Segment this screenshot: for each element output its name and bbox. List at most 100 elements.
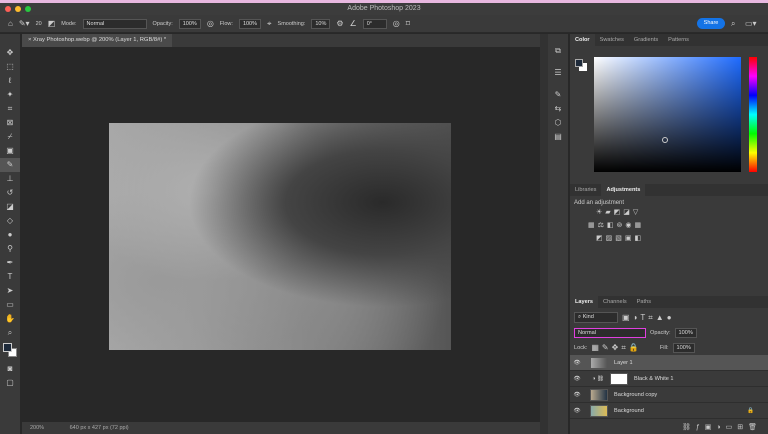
lock-label: Lock: [574,344,588,351]
brush-settings-icon[interactable]: ◩ [48,19,56,28]
path-selection-icon[interactable]: ➤ [0,284,20,298]
pressure-size-icon[interactable]: ◎ [393,19,400,28]
screen-mode-icon[interactable]: ▢ [0,376,20,390]
adjust-panel-icon[interactable]: ⇆ [548,102,568,116]
options-bar: ⌂ ✎▾ 20 ◩ Mode: Normal Opacity: 100% ◎ F… [0,15,768,33]
brush-panel-icon[interactable]: ✎ [548,88,568,102]
blend-mode-select[interactable]: Normal [574,327,646,338]
swatch-panel-icon[interactable]: ▤ [548,130,568,144]
layer-name[interactable]: Layer 1 [614,360,633,366]
layer-filter-icons[interactable]: ▣◑T⌗▲● [622,313,675,323]
workspace-icon[interactable]: ▭▾ [745,19,757,28]
history-brush-icon[interactable]: ↺ [0,186,20,200]
eye-icon[interactable]: 👁 [570,408,584,414]
hand-tool-icon[interactable]: ✋ [0,312,20,326]
document-tab[interactable]: × Xray Photoshop.webp @ 200% (Layer 1, R… [22,34,173,47]
tab-color[interactable]: Color [570,34,595,46]
tab-libraries[interactable]: Libraries [570,184,601,196]
eye-icon[interactable]: 👁 [570,376,584,382]
zoom-level[interactable]: 200% [30,425,44,431]
healing-tool-icon[interactable]: ▣ [0,144,20,158]
canvas-scrollbar[interactable] [540,34,548,434]
dodge-tool-icon[interactable]: ⚲ [0,242,20,256]
mode-label: Mode: [61,20,77,27]
share-button[interactable]: Share [697,18,725,29]
layer-name[interactable]: Background [614,408,644,414]
layer-row[interactable]: 👁 Background copy [570,387,768,403]
tab-channels[interactable]: Channels [598,296,632,308]
zoom-tool-icon[interactable]: ⌕ [0,326,20,340]
blur-tool-icon[interactable]: ● [0,228,20,242]
airbrush-icon[interactable]: ⌖ [267,19,272,29]
marquee-tool-icon[interactable]: ⬚ [0,60,20,74]
fill-input[interactable]: 100% [672,342,695,353]
brush-tool-icon[interactable]: ✎ [0,158,20,172]
adjustment-row-1-icons[interactable]: ☀▰◩◪▽ [596,206,764,219]
paint-bucket-icon[interactable]: ◇ [0,214,20,228]
pressure-opacity-icon[interactable]: ◎ [207,19,214,28]
smoothing-input[interactable]: 10% [311,18,331,29]
fg-color-chip[interactable] [575,59,583,67]
tab-swatches[interactable]: Swatches [595,34,629,46]
quick-mask-icon[interactable]: ◙ [0,362,20,376]
tab-adjustments[interactable]: Adjustments [601,184,646,196]
layer-opacity-input[interactable]: 100% [674,327,697,338]
layer-lock-icon: 🔒 [747,407,754,414]
type-tool-icon[interactable]: T [0,270,20,284]
layer-filter-select[interactable]: ⌕ Kind [574,312,618,323]
adjustments-panel: Add an adjustment ☀▰◩◪▽ ▦⚖◧⊚◉▦ ◩▨▧▣◧ [570,196,768,296]
angle-input[interactable]: 0° [362,18,387,29]
move-tool-icon[interactable]: ✥ [0,46,20,60]
color-field[interactable] [594,57,741,172]
history-panel-icon[interactable]: ⧉ [548,44,568,58]
symmetry-icon[interactable]: ⌑ [406,19,410,28]
frame-tool-icon[interactable]: ⊠ [0,116,20,130]
fill-label: Fill: [659,344,669,351]
layer-actions-bar[interactable]: ⛓ƒ▣◑▭⊞🗑 [570,421,768,434]
foreground-color-swatch[interactable] [3,343,12,352]
brush-preset-icon[interactable]: ✎▾ [19,19,30,28]
status-bar: 200% 640 px x 427 px (72 ppi) [22,422,540,434]
adjustment-row-2-icons[interactable]: ▦⚖◧⊚◉▦ [588,219,764,232]
stamp-tool-icon[interactable]: ⊥ [0,172,20,186]
lock-icons[interactable]: ▦✎✥⌗🔒 [591,343,641,353]
flow-input[interactable]: 100% [238,18,262,29]
opacity-input[interactable]: 100% [178,18,201,29]
minimize-window-button[interactable] [15,6,21,12]
brush-size[interactable]: 20 [36,21,42,27]
title-bar: Adobe Photoshop 2023 [0,3,768,15]
eyedropper-tool-icon[interactable]: ⌿ [0,130,20,144]
layer-row[interactable]: 👁 ◑ ⛓ Black & White 1 [570,371,768,387]
layer-row[interactable]: 👁 Background 🔒 [570,403,768,419]
lasso-tool-icon[interactable]: ℓ [0,74,20,88]
layer-name[interactable]: Background copy [614,392,657,398]
home-icon[interactable]: ⌂ [8,19,13,28]
eye-icon[interactable]: 👁 [570,392,584,398]
magic-wand-tool-icon[interactable]: ✦ [0,88,20,102]
maximize-window-button[interactable] [25,6,31,12]
hue-slider[interactable] [749,57,757,172]
3d-panel-icon[interactable]: ⬡ [548,116,568,130]
document-tab-label: Xray Photoshop.webp @ 200% (Layer 1, RGB… [33,37,167,43]
properties-panel-icon[interactable]: ☰ [548,66,568,80]
shape-tool-icon[interactable]: ▭ [0,298,20,312]
adjustment-icon: ◑ ⛓ [592,375,605,382]
layer-thumbnail [590,356,608,369]
canvas-image[interactable] [109,123,451,350]
tab-paths[interactable]: Paths [632,296,656,308]
close-window-button[interactable] [5,6,11,12]
adjustment-row-3-icons[interactable]: ◩▨▧▣◧ [596,232,764,245]
layer-row[interactable]: 👁 Layer 1 [570,355,768,371]
search-icon[interactable]: ⌕ [731,19,735,29]
mode-select[interactable]: Normal [82,18,147,29]
eye-icon[interactable]: 👁 [570,360,584,366]
crop-tool-icon[interactable]: ⌗ [0,102,20,116]
tab-patterns[interactable]: Patterns [663,34,694,46]
layer-name[interactable]: Black & White 1 [634,376,673,382]
tab-layers[interactable]: Layers [570,296,599,308]
gear-icon[interactable]: ⚙ [336,19,343,28]
tab-gradients[interactable]: Gradients [629,34,663,46]
pen-tool-icon[interactable]: ✒ [0,256,20,270]
eraser-tool-icon[interactable]: ◪ [0,200,20,214]
color-picker-cursor[interactable] [662,137,668,143]
